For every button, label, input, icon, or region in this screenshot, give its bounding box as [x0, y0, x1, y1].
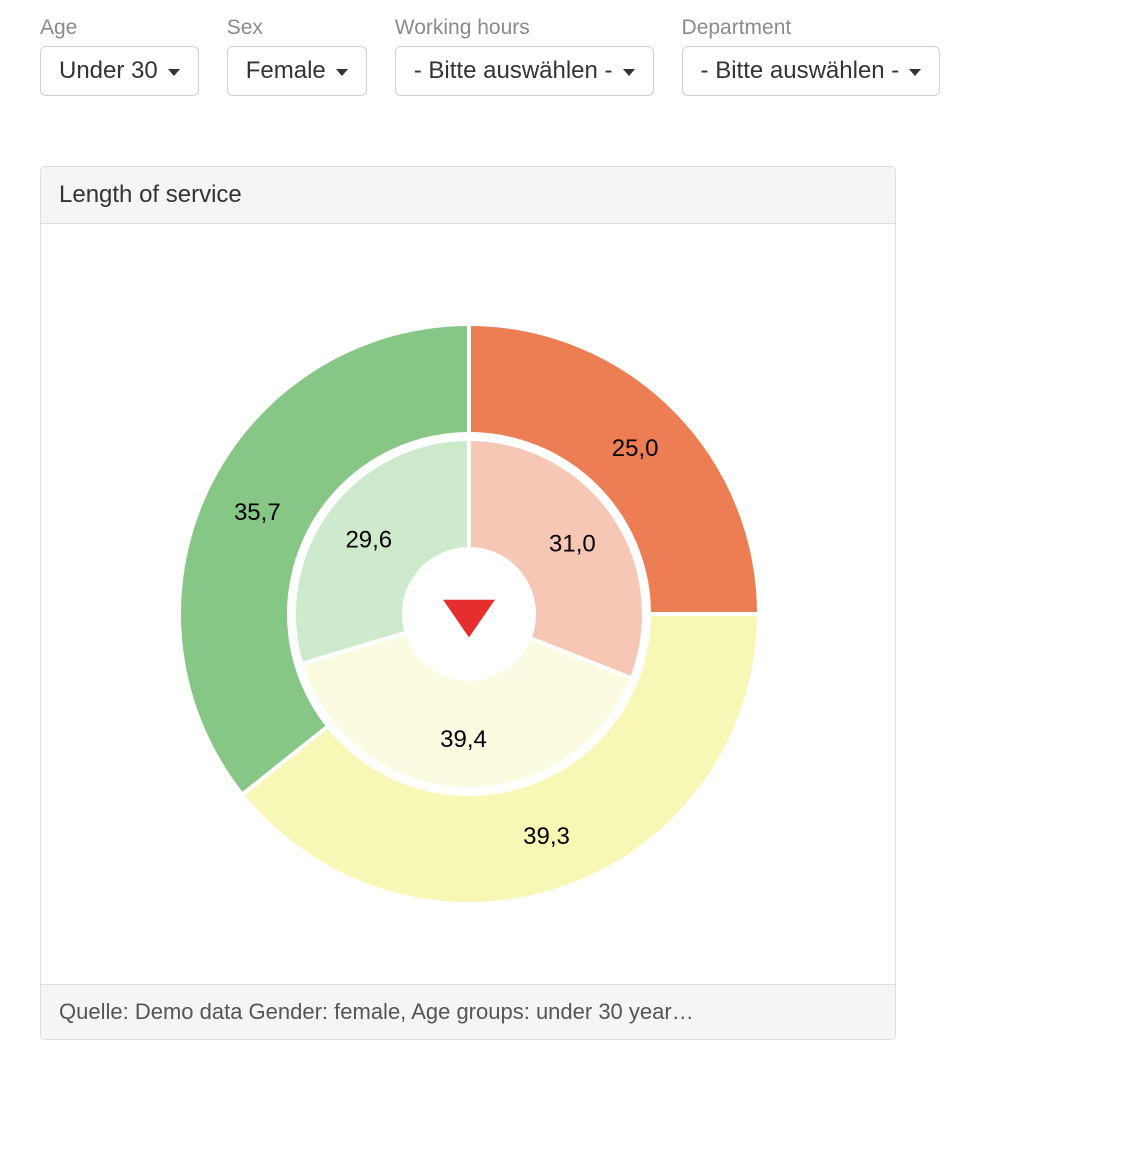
- pie-slice-label: 25,0: [612, 435, 659, 462]
- filter-sex-label: Sex: [227, 16, 367, 40]
- chevron-down-icon: [909, 69, 921, 76]
- chevron-down-icon: [336, 69, 348, 76]
- length-of-service-panel: Length of service 25,0 39,3 35,7 31,0 39,4 29…: [40, 166, 896, 1040]
- panel-footer: Quelle: Demo data Gender: female, Age gr…: [41, 984, 895, 1039]
- chevron-down-icon: [623, 69, 635, 76]
- pie-slice-label: 39,3: [523, 823, 570, 850]
- filter-department-label: Department: [682, 16, 941, 40]
- filters-row: Age Under 30 Sex Female Working hours - …: [40, 16, 1100, 96]
- pie-slice-label: 39,4: [440, 726, 487, 753]
- department-dropdown[interactable]: - Bitte auswählen -: [682, 46, 941, 96]
- filter-age: Age Under 30: [40, 16, 199, 96]
- length-of-service-donut-chart: 25,0 39,3 35,7 31,0 39,4 29,6: [41, 224, 896, 984]
- filter-department: Department - Bitte auswählen -: [682, 16, 941, 96]
- filter-working-hours-label: Working hours: [395, 16, 654, 40]
- filter-age-label: Age: [40, 16, 199, 40]
- panel-title: Length of service: [41, 167, 895, 224]
- age-dropdown-value: Under 30: [59, 59, 158, 83]
- working-hours-dropdown[interactable]: - Bitte auswählen -: [395, 46, 654, 96]
- department-dropdown-value: - Bitte auswählen -: [701, 59, 900, 83]
- sex-dropdown-value: Female: [246, 59, 326, 83]
- pie-slice-label: 35,7: [234, 499, 281, 526]
- filter-working-hours: Working hours - Bitte auswählen -: [395, 16, 654, 96]
- chevron-down-icon: [168, 69, 180, 76]
- pie-slice-label: 31,0: [549, 531, 596, 558]
- age-dropdown[interactable]: Under 30: [40, 46, 199, 96]
- working-hours-dropdown-value: - Bitte auswählen -: [414, 59, 613, 83]
- panel-body: 25,0 39,3 35,7 31,0 39,4 29,6: [41, 224, 895, 984]
- filter-sex: Sex Female: [227, 16, 367, 96]
- sex-dropdown[interactable]: Female: [227, 46, 367, 96]
- pie-slice-label: 29,6: [345, 526, 392, 553]
